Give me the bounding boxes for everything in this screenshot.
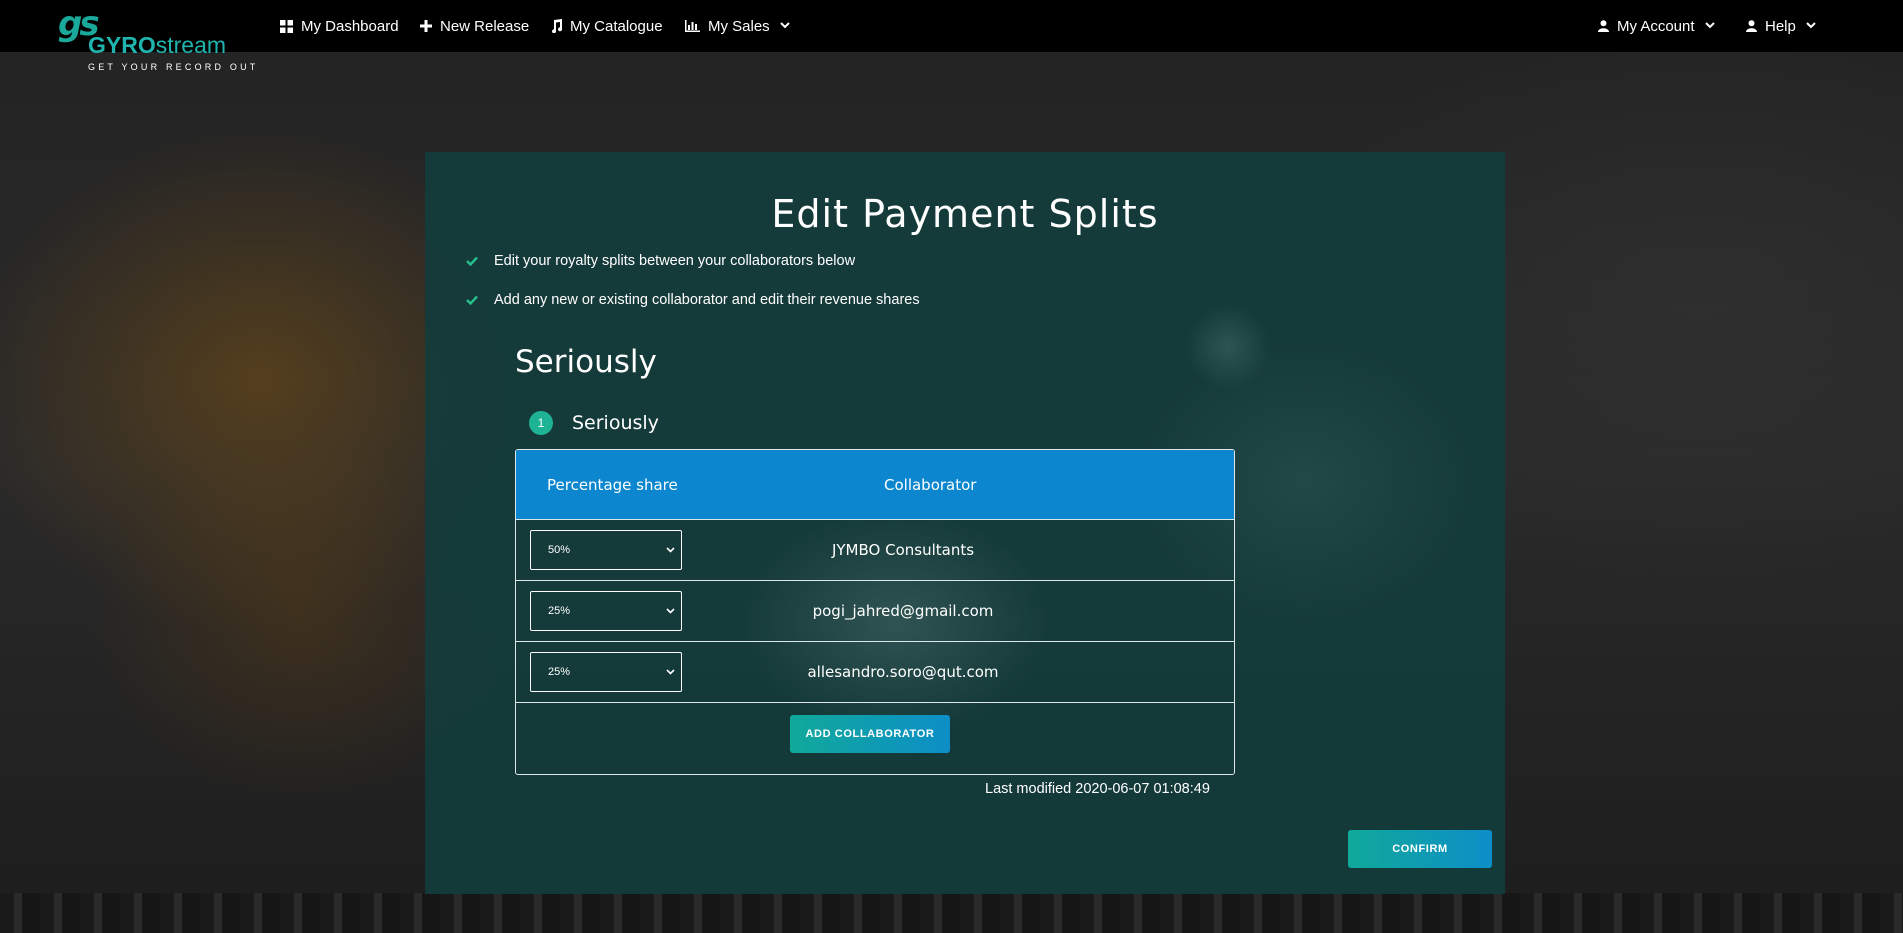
bar-chart-icon bbox=[685, 20, 700, 32]
release-title: Seriously bbox=[515, 344, 657, 380]
splits-table-header: Percentage share Collaborator bbox=[516, 450, 1234, 520]
table-row: 50% JYMBO Consultants bbox=[516, 520, 1234, 581]
chevron-down-icon bbox=[666, 545, 675, 556]
nav-label: My Sales bbox=[708, 17, 770, 35]
user-icon bbox=[1598, 20, 1609, 32]
add-collaborator-button[interactable]: ADD COLLABORATOR bbox=[790, 715, 950, 753]
chevron-down-icon bbox=[1806, 21, 1816, 32]
share-select[interactable]: 25% bbox=[530, 591, 682, 631]
track-number-badge: 1 bbox=[529, 411, 553, 435]
track-title: Seriously bbox=[572, 412, 659, 434]
last-modified-label: Last modified bbox=[985, 781, 1072, 797]
user-icon bbox=[1746, 20, 1757, 32]
nav-my-account[interactable]: My Account bbox=[1598, 0, 1715, 52]
chevron-down-icon bbox=[666, 667, 675, 678]
checklist-item: Add any new or existing collaborator and… bbox=[466, 292, 920, 308]
checklist-text: Edit your royalty splits between your co… bbox=[494, 253, 856, 269]
brand-logo[interactable]: gs GYROstream GET YOUR RECORD OUT bbox=[58, 4, 255, 72]
column-header-share: Percentage share bbox=[547, 475, 678, 494]
track-header: 1 Seriously bbox=[529, 411, 659, 435]
top-navbar: gs GYROstream GET YOUR RECORD OUT My Das… bbox=[0, 0, 1903, 72]
chevron-down-icon bbox=[779, 21, 790, 32]
nav-my-sales[interactable]: My Sales bbox=[685, 0, 790, 52]
splits-table-footer: ADD COLLABORATOR bbox=[516, 703, 1234, 774]
music-note-icon bbox=[550, 19, 562, 33]
checklist-text: Add any new or existing collaborator and… bbox=[494, 292, 920, 308]
nav-label: My Account bbox=[1617, 17, 1695, 35]
chevron-down-icon bbox=[666, 606, 675, 617]
last-modified: Last modified 2020-06-07 01:08:49 bbox=[985, 781, 1210, 797]
check-icon bbox=[466, 254, 480, 269]
nav-label: My Catalogue bbox=[570, 17, 663, 35]
share-select-value: 25% bbox=[548, 605, 571, 617]
nav-new-release[interactable]: New Release bbox=[420, 0, 529, 52]
last-modified-value: 2020-06-07 01:08:49 bbox=[1075, 781, 1210, 797]
confirm-button[interactable]: CONFIRM bbox=[1348, 830, 1492, 868]
nav-label: New Release bbox=[440, 17, 530, 35]
column-header-collaborator: Collaborator bbox=[884, 475, 977, 494]
splits-table: Percentage share Collaborator 50% JYMBO … bbox=[515, 449, 1235, 775]
collaborator-name: pogi_jahred@gmail.com bbox=[812, 602, 994, 620]
brand-name: GYROstream bbox=[88, 32, 227, 58]
payment-splits-card: Edit Payment Splits Edit your royalty sp… bbox=[425, 152, 1505, 894]
check-icon bbox=[466, 293, 480, 308]
collaborator-name: JYMBO Consultants bbox=[831, 541, 975, 559]
nav-my-dashboard[interactable]: My Dashboard bbox=[280, 0, 399, 52]
share-select[interactable]: 25% bbox=[530, 652, 682, 692]
share-select-value: 25% bbox=[548, 666, 571, 678]
table-row: 25% allesandro.soro@qut.com bbox=[516, 642, 1234, 703]
background-mixer-strip bbox=[0, 893, 1903, 933]
share-select-value: 50% bbox=[548, 544, 571, 556]
nav-label: Help bbox=[1765, 17, 1796, 35]
grid-icon bbox=[280, 19, 293, 33]
collaborator-name: allesandro.soro@qut.com bbox=[807, 663, 999, 681]
checklist-item: Edit your royalty splits between your co… bbox=[466, 253, 855, 269]
page-title: Edit Payment Splits bbox=[771, 192, 1159, 236]
nav-help[interactable]: Help bbox=[1746, 0, 1816, 52]
brand-tagline: GET YOUR RECORD OUT bbox=[88, 62, 259, 72]
share-select[interactable]: 50% bbox=[530, 530, 682, 570]
nav-my-catalogue[interactable]: My Catalogue bbox=[550, 0, 663, 52]
plus-icon bbox=[420, 20, 432, 32]
table-row: 25% pogi_jahred@gmail.com bbox=[516, 581, 1234, 642]
nav-label: My Dashboard bbox=[301, 17, 399, 35]
chevron-down-icon bbox=[1704, 21, 1715, 32]
